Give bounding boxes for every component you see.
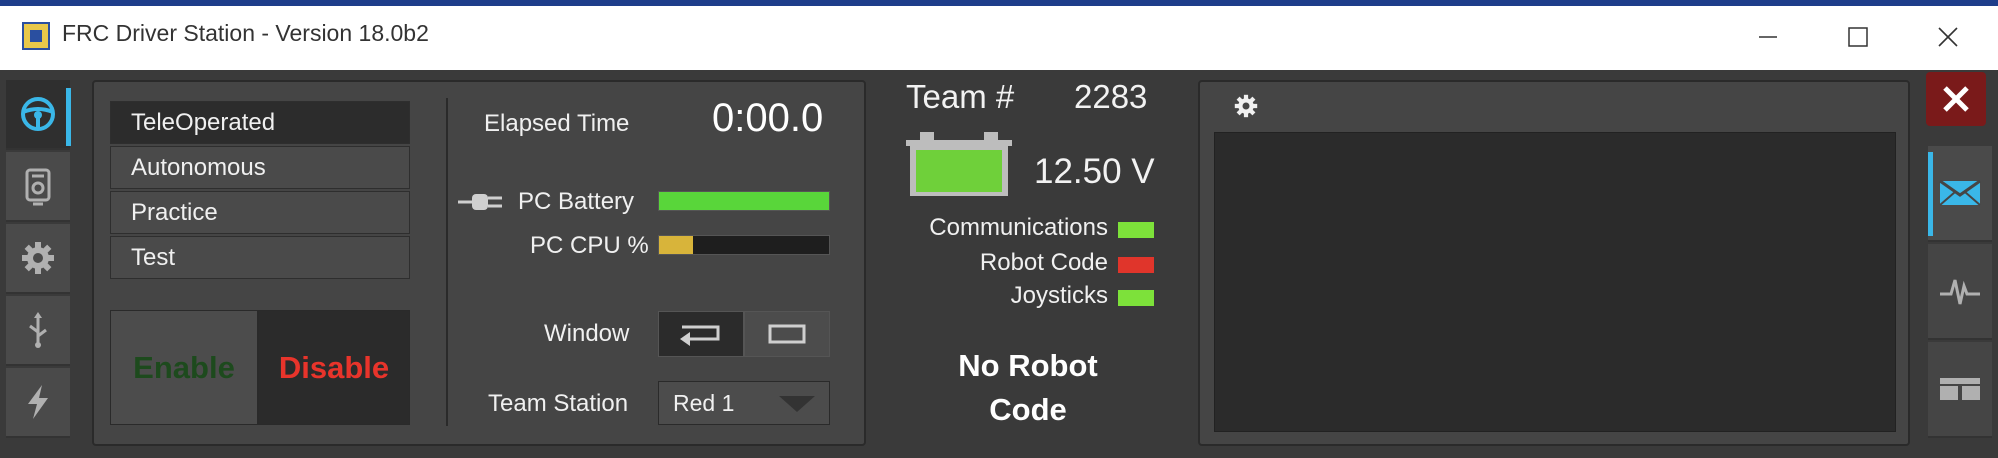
mode-autonomous[interactable]: Autonomous bbox=[110, 146, 410, 189]
chevron-down-icon bbox=[779, 396, 815, 412]
robot-voltage: 12.50 V bbox=[1034, 152, 1155, 191]
gear-icon bbox=[22, 242, 54, 274]
right-nav-active-indicator bbox=[1928, 152, 1933, 236]
elapsed-time-label: Elapsed Time bbox=[484, 110, 630, 137]
usb-icon bbox=[29, 312, 47, 348]
plug-icon bbox=[458, 194, 502, 210]
envelope-icon bbox=[1939, 179, 1981, 206]
pc-battery-bar bbox=[658, 191, 830, 211]
close-window-button[interactable] bbox=[1908, 6, 1988, 68]
maximize-button[interactable] bbox=[1818, 6, 1898, 68]
team-station-label: Team Station bbox=[488, 390, 629, 417]
pc-battery-label: PC Battery bbox=[518, 188, 635, 215]
divider bbox=[446, 98, 448, 426]
mode-test[interactable]: Test bbox=[110, 236, 410, 279]
layout-icon bbox=[1940, 378, 1980, 400]
team-station-value: Red 1 bbox=[673, 389, 735, 416]
joysticks-label: Joysticks bbox=[1010, 282, 1108, 309]
right-tab-messages[interactable] bbox=[1928, 146, 1992, 242]
message-settings-gear-icon[interactable] bbox=[1232, 92, 1260, 120]
window-rect-icon bbox=[768, 324, 806, 344]
status-message-line2: Code bbox=[989, 392, 1067, 427]
nav-tab-usb[interactable] bbox=[6, 296, 70, 366]
mode-practice[interactable]: Practice bbox=[110, 191, 410, 234]
team-station-select[interactable]: Red 1 bbox=[658, 381, 830, 425]
pc-cpu-fill bbox=[659, 236, 693, 254]
nav-tab-operation[interactable] bbox=[6, 80, 70, 150]
right-tab-charts[interactable] bbox=[1928, 244, 1992, 340]
communications-label: Communications bbox=[929, 214, 1108, 241]
window-normal-button[interactable] bbox=[744, 311, 830, 357]
steering-wheel-icon bbox=[21, 97, 55, 131]
status-message-line1: No Robot bbox=[958, 348, 1098, 383]
diagnostics-icon bbox=[25, 168, 51, 206]
maximize-icon bbox=[1848, 27, 1868, 47]
dock-arrow-icon bbox=[680, 325, 720, 346]
waveform-icon bbox=[1940, 279, 1980, 305]
joysticks-indicator bbox=[1118, 290, 1154, 306]
team-number-label: Team # bbox=[906, 78, 1015, 115]
robot-code-label: Robot Code bbox=[979, 249, 1108, 276]
robot-battery-icon bbox=[906, 132, 1012, 196]
nav-active-indicator bbox=[66, 88, 71, 146]
close-icon bbox=[1943, 86, 1969, 112]
minimize-icon bbox=[1759, 36, 1777, 38]
close-icon bbox=[1938, 27, 1958, 47]
disable-button[interactable]: Disable bbox=[258, 310, 410, 425]
window-label: Window bbox=[544, 320, 630, 347]
lightning-icon bbox=[28, 385, 48, 419]
nav-tab-settings[interactable] bbox=[6, 224, 70, 294]
status-message: No Robot Code bbox=[900, 344, 1156, 432]
team-number-value: 2283 bbox=[1074, 78, 1148, 115]
pc-cpu-label: PC CPU % bbox=[530, 232, 649, 259]
minimize-button[interactable] bbox=[1728, 6, 1808, 68]
nav-tab-power[interactable] bbox=[6, 368, 70, 438]
nav-tab-diagnostics[interactable] bbox=[6, 152, 70, 222]
right-tab-both[interactable] bbox=[1928, 342, 1992, 438]
window-dock-button[interactable] bbox=[658, 311, 744, 357]
communications-indicator bbox=[1118, 222, 1154, 238]
message-log[interactable] bbox=[1214, 132, 1896, 432]
enable-button[interactable]: Enable bbox=[110, 310, 258, 425]
close-dashboard-button[interactable] bbox=[1926, 72, 1986, 126]
mode-teleoperated[interactable]: TeleOperated bbox=[110, 101, 410, 144]
window-title: FRC Driver Station - Version 18.0b2 bbox=[62, 20, 429, 46]
app-icon bbox=[22, 22, 50, 50]
pc-cpu-bar bbox=[658, 235, 830, 255]
robot-code-indicator bbox=[1118, 257, 1154, 273]
elapsed-time-value: 0:00.0 bbox=[712, 96, 824, 140]
pc-battery-fill bbox=[659, 192, 829, 210]
